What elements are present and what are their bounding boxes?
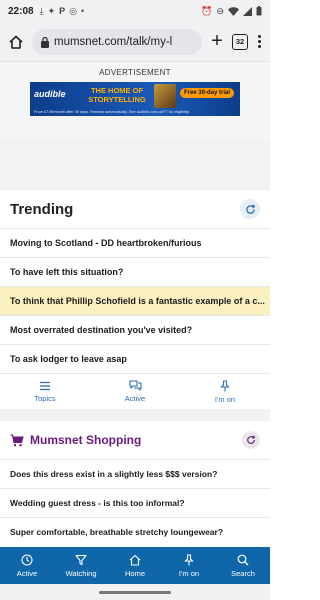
pin-icon <box>184 553 194 565</box>
nav-active[interactable]: Active <box>0 547 54 584</box>
ad-fine-print: From £7.99/month after 30 days. Renews a… <box>34 110 190 114</box>
browser-menu-button[interactable] <box>254 35 264 48</box>
do-not-disturb-icon: ⊖ <box>216 5 224 16</box>
home-icon <box>129 554 141 566</box>
shopping-item[interactable]: Wedding guest dress - is this too inform… <box>0 488 270 517</box>
list-icon <box>40 381 50 390</box>
nav-label: Active <box>16 568 38 578</box>
nav-home[interactable]: Home <box>108 547 162 584</box>
trending-list: Moving to Scotland - DD heartbroken/furi… <box>0 228 270 373</box>
twitter-icon: ✦ <box>47 5 56 16</box>
download-icon: ⤓ <box>39 5 44 16</box>
new-tab-button[interactable]: + <box>208 29 226 52</box>
signal-icon <box>243 6 252 16</box>
system-icons: ⏰ ⊖ <box>201 6 262 17</box>
tab-switcher-button[interactable]: 32 <box>232 33 248 50</box>
trending-tabs: Topics Active I'm on <box>0 373 270 409</box>
ad-banner[interactable]: audible THE HOME OF STORYTELLING Free 30… <box>30 82 240 116</box>
nav-label: I'm on <box>178 568 200 578</box>
spacer <box>0 409 270 421</box>
paypal-icon: P <box>59 5 66 16</box>
browser-toolbar: mumsnet.com/talk/my-l + 32 <box>0 22 270 62</box>
tab-active[interactable]: Active <box>90 374 180 409</box>
shopping-list: Does this dress exist in a slightly less… <box>0 459 270 546</box>
tab-topics[interactable]: Topics <box>0 374 90 409</box>
pin-icon <box>220 379 230 391</box>
home-icon <box>9 35 23 49</box>
ad-headline: THE HOME OF STORYTELLING <box>88 86 146 104</box>
nav-label: Search <box>231 568 255 578</box>
alarm-off-icon: ⏰ <box>201 5 213 16</box>
refresh-icon <box>247 435 256 444</box>
trending-item[interactable]: Most overrated destination you've visite… <box>0 315 270 344</box>
ad-book-image <box>154 84 176 108</box>
home-button[interactable] <box>6 32 26 52</box>
ad-cta: Free 30-day trial <box>179 88 234 98</box>
more-vert-icon <box>257 35 261 38</box>
clock-icon <box>21 553 33 566</box>
refresh-icon <box>245 203 255 214</box>
tab-im-on[interactable]: I'm on <box>180 374 270 409</box>
chat-bubbles-icon <box>128 380 142 391</box>
trending-title: Trending <box>10 200 74 218</box>
address-bar[interactable]: mumsnet.com/talk/my-l <box>32 28 202 55</box>
nav-search[interactable]: Search <box>216 547 270 584</box>
ad-label: ADVERTISEMENT <box>99 68 171 77</box>
nav-label: Watching <box>65 568 97 578</box>
tab-label: Active <box>124 394 146 403</box>
status-time: 22:08 <box>8 5 34 17</box>
filter-funnel-icon <box>75 554 87 565</box>
lock-icon <box>41 36 49 48</box>
nav-watching[interactable]: Watching <box>54 547 108 584</box>
status-bar: 22:08 ⤓ ✦ P ◎ • ⏰ ⊖ <box>0 0 270 22</box>
ad-brand: audible <box>34 89 66 99</box>
nav-im-on[interactable]: I'm on <box>162 547 216 584</box>
gesture-bar <box>0 584 270 600</box>
battery-icon <box>256 6 262 16</box>
shopping-item[interactable]: Super comfortable, breathable stretchy l… <box>0 517 270 546</box>
nav-label: Home <box>124 568 145 578</box>
trending-item[interactable]: To ask lodger to leave asap <box>0 344 270 373</box>
spacer <box>0 140 270 190</box>
gesture-handle[interactable] <box>99 590 171 594</box>
tab-label: Topics <box>34 393 56 403</box>
plus-icon: + <box>211 29 223 52</box>
instagram-icon: ◎ <box>69 5 77 16</box>
trending-item[interactable]: Moving to Scotland - DD heartbroken/furi… <box>0 228 270 257</box>
trending-item-highlighted[interactable]: To think that Phillip Schofield is a fan… <box>0 286 270 315</box>
trending-item[interactable]: To have left this situation? <box>0 257 270 286</box>
trending-refresh-button[interactable] <box>240 199 260 219</box>
shopping-header: Mumsnet Shopping <box>0 421 270 459</box>
trending-header: Trending <box>0 190 270 228</box>
dot-icon: • <box>80 5 85 16</box>
advertisement-area: ADVERTISEMENT audible THE HOME OF STORYT… <box>0 62 270 140</box>
url-text: mumsnet.com/talk/my-l <box>54 35 173 48</box>
search-icon <box>237 554 249 565</box>
shopping-refresh-button[interactable] <box>242 431 260 449</box>
wifi-icon <box>228 6 239 16</box>
tab-label: I'm on <box>214 394 236 404</box>
bottom-navigation: Active Watching Home I'm on Search <box>0 547 270 584</box>
shopping-cart-icon <box>10 433 24 446</box>
shopping-title: Mumsnet Shopping <box>30 433 142 447</box>
notification-icons: ⤓ ✦ P ◎ • <box>40 6 85 17</box>
shopping-item[interactable]: Does this dress exist in a slightly less… <box>0 459 270 488</box>
